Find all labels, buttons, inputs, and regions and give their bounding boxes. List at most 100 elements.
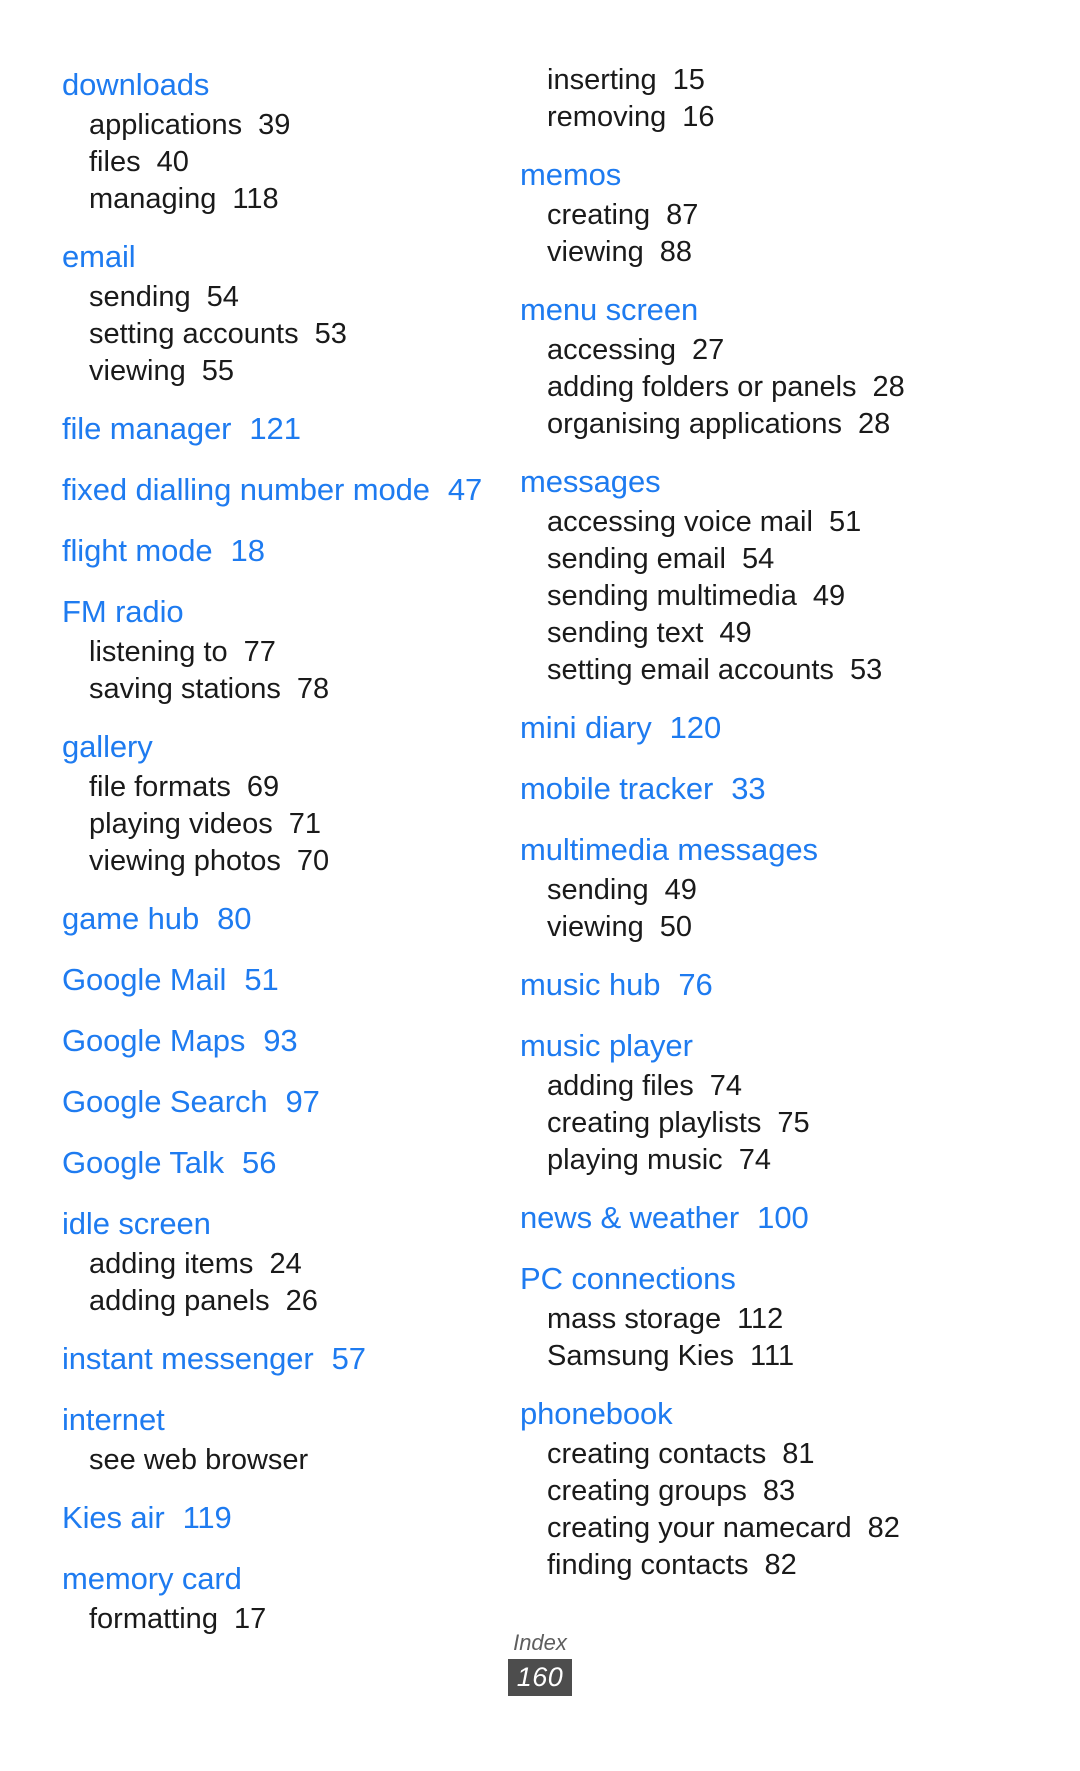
- index-subentry-label: creating your namecard: [547, 1512, 852, 1544]
- index-entry-title: multimedia messages: [520, 832, 818, 867]
- index-subentry-page: 83: [762, 1475, 796, 1507]
- index-entry-heading[interactable]: Google Talk 56: [62, 1140, 502, 1185]
- index-subentry: finding contacts 82: [520, 1547, 960, 1584]
- index-subentry-page: 28: [872, 371, 905, 403]
- index-subentry: viewing photos 70: [62, 843, 502, 880]
- index-subentry: files 40: [62, 144, 502, 181]
- index-subentry-page: 49: [719, 617, 752, 649]
- index-subentry-label: files: [89, 146, 141, 178]
- index-entry-heading[interactable]: Google Maps 93: [62, 1018, 502, 1063]
- index-subentry: setting accounts 53: [62, 316, 502, 353]
- index-entry-group: instant messenger 57: [62, 1336, 502, 1381]
- index-entry-heading[interactable]: Google Search 97: [62, 1079, 502, 1124]
- index-entry-heading[interactable]: Google Mail 51: [62, 957, 502, 1002]
- index-subentry-page: 55: [201, 355, 234, 387]
- index-entry-heading[interactable]: PC connections: [520, 1256, 960, 1301]
- index-entry-heading[interactable]: music player: [520, 1023, 960, 1068]
- index-subentry-label: managing: [89, 183, 217, 215]
- index-subentry-label: saving stations: [89, 673, 281, 705]
- index-entry-heading[interactable]: downloads: [62, 62, 502, 107]
- index-subentry: adding items 24: [62, 1246, 502, 1283]
- index-subentry: removing 16: [520, 99, 960, 136]
- index-subentry-list: mass storage 112 Samsung Kies 111: [520, 1301, 960, 1375]
- index-subentry-label: sending: [547, 874, 649, 906]
- index-subentry-label: accessing: [547, 334, 676, 366]
- index-entry-heading[interactable]: mobile tracker 33: [520, 766, 960, 811]
- index-entry-heading[interactable]: game hub 80: [62, 896, 502, 941]
- index-entry-heading[interactable]: messages: [520, 459, 960, 504]
- index-subentry-list: accessing 27 adding folders or panels 28 org…: [520, 332, 960, 443]
- index-subentry: playing videos 71: [62, 806, 502, 843]
- index-entry-title: mini diary: [520, 710, 652, 745]
- index-subentry-page: 118: [232, 183, 279, 215]
- index-subentry-label: adding files: [547, 1070, 694, 1102]
- index-subentry: accessing voice mail 51: [520, 504, 960, 541]
- index-entry-title: Google Mail: [62, 962, 227, 997]
- index-entry-heading[interactable]: internet: [62, 1397, 502, 1442]
- index-entry-heading[interactable]: gallery: [62, 724, 502, 769]
- index-entry-group: downloads applications 39 files 40 managing 11…: [62, 62, 502, 218]
- index-subentry-label: Samsung Kies: [547, 1340, 734, 1372]
- index-entry-group: news & weather 100: [520, 1195, 960, 1240]
- index-subentry-label: removing: [547, 101, 667, 133]
- index-entry-heading[interactable]: phonebook: [520, 1391, 960, 1436]
- index-entry-title: music hub: [520, 967, 661, 1002]
- index-subentry-page: 39: [258, 109, 291, 141]
- index-subentry: saving stations 78: [62, 671, 502, 708]
- index-entry-heading[interactable]: music hub 76: [520, 962, 960, 1007]
- index-entry-group: idle screen adding items 24 adding panels 26: [62, 1201, 502, 1320]
- index-entry-title: phonebook: [520, 1396, 673, 1431]
- page-number-badge: 160: [507, 1659, 573, 1696]
- index-entry-page: 76: [678, 967, 713, 1002]
- index-entry-heading[interactable]: idle screen: [62, 1201, 502, 1246]
- index-subentry-label: organising applications: [547, 408, 843, 440]
- index-entry-page: 121: [249, 411, 301, 446]
- index-entry-group: game hub 80: [62, 896, 502, 941]
- index-subentry: applications 39: [62, 107, 502, 144]
- index-entry-heading[interactable]: instant messenger 57: [62, 1336, 502, 1381]
- index-entry-heading[interactable]: fixed dialling number mode 47: [62, 467, 502, 512]
- index-subentry-page: 27: [691, 334, 725, 366]
- index-subentry-label: viewing: [89, 355, 186, 387]
- index-subentry-list: inserting 15 removing 16: [520, 62, 960, 136]
- index-subentry-label: viewing: [547, 236, 644, 268]
- index-entry-heading[interactable]: email: [62, 234, 502, 279]
- index-subentry-label: viewing photos: [89, 845, 281, 877]
- index-subentry-label: setting email accounts: [547, 654, 834, 686]
- index-entry-heading[interactable]: memory card: [62, 1556, 502, 1601]
- index-subentry: adding files 74: [520, 1068, 960, 1105]
- index-entry-title: game hub: [62, 901, 200, 936]
- index-entry-heading[interactable]: file manager 121: [62, 406, 502, 451]
- index-entry-group: messages accessing voice mail 51 sending em…: [520, 459, 960, 689]
- index-subentry-label: listening to: [89, 636, 228, 668]
- index-entry-heading[interactable]: memos: [520, 152, 960, 197]
- index-subentry-list: see web browser: [62, 1442, 502, 1479]
- index-entry-title: music player: [520, 1028, 693, 1063]
- index-entry-group: PC connections mass storage 112 Samsung Kie…: [520, 1256, 960, 1375]
- index-entry-heading[interactable]: menu screen: [520, 287, 960, 332]
- index-subentry-page: 74: [738, 1144, 771, 1176]
- index-entry-heading[interactable]: flight mode 18: [62, 528, 502, 573]
- index-entry-title: instant messenger: [62, 1341, 314, 1376]
- index-entry-title: flight mode: [62, 533, 213, 568]
- index-entry-group: gallery file formats 69 playing videos 71 vie…: [62, 724, 502, 880]
- index-columns: downloads applications 39 files 40 managing 11…: [62, 62, 1018, 1638]
- index-entry-heading[interactable]: mini diary 120: [520, 705, 960, 750]
- index-subentry-page: 26: [285, 1285, 318, 1317]
- index-subentry: organising applications 28: [520, 406, 960, 443]
- index-entry-title: downloads: [62, 67, 210, 102]
- index-entry-heading[interactable]: FM radio: [62, 589, 502, 634]
- index-subentry: viewing 50: [520, 909, 960, 946]
- index-subentry-label: creating groups: [547, 1475, 747, 1507]
- index-subentry: playing music 74: [520, 1142, 960, 1179]
- index-entry-group: fixed dialling number mode 47: [62, 467, 502, 512]
- index-subentry: sending text 49: [520, 615, 960, 652]
- index-entry-heading[interactable]: multimedia messages: [520, 827, 960, 872]
- index-subentry: creating 87: [520, 197, 960, 234]
- index-subentry: inserting 15: [520, 62, 960, 99]
- index-entry-title: file manager: [62, 411, 232, 446]
- index-entry-heading[interactable]: news & weather 100: [520, 1195, 960, 1240]
- index-subentry: creating your namecard 82: [520, 1510, 960, 1547]
- index-entry-heading[interactable]: Kies air 119: [62, 1495, 502, 1540]
- index-subentry-list: accessing voice mail 51 sending email 54 sen…: [520, 504, 960, 689]
